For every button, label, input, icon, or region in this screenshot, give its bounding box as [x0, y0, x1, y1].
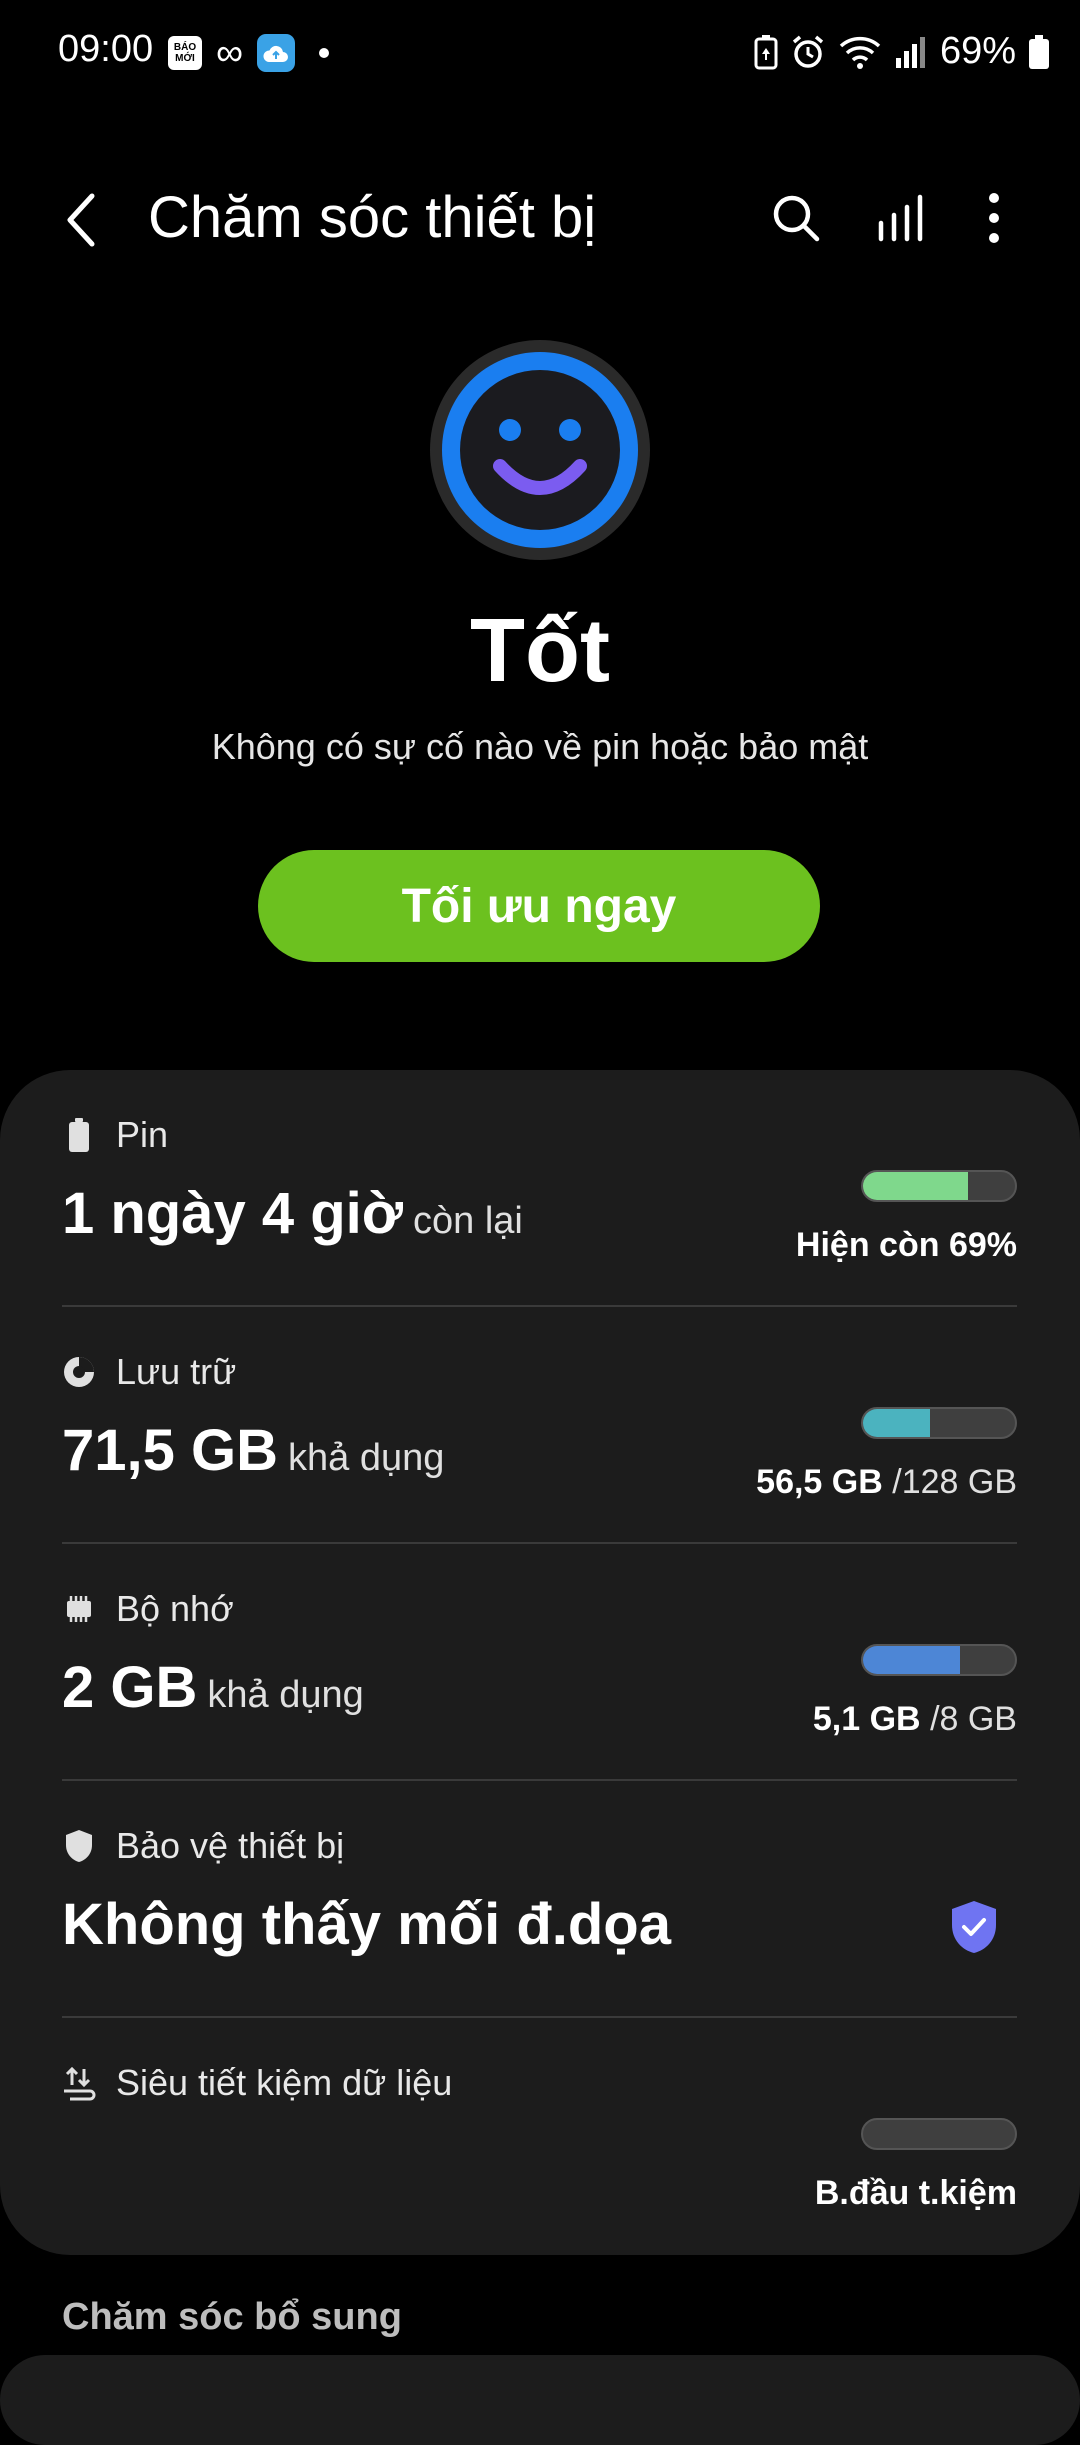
baomoi-app-icon: BÁO MỚI [168, 36, 202, 70]
battery-icon [62, 1116, 96, 1154]
battery-row[interactable]: Pin 1 ngày 4 giờ còn lại Hiện còn 69% [62, 1070, 1017, 1307]
storage-usage-fill [863, 1409, 930, 1437]
loop-icon: ∞ [216, 32, 244, 74]
cloud-upload-icon [257, 34, 296, 72]
status-time: 09:00 [58, 28, 154, 70]
battery-remaining-suffix: còn lại [413, 1200, 523, 1242]
battery-percent: 69% [939, 30, 1016, 72]
status-word: Tốt [470, 601, 610, 701]
data-saver-label: Siêu tiết kiệm dữ liệu [116, 2062, 453, 2103]
storage-usage-text: 56,5 GB /128 GB [756, 1463, 1017, 1501]
battery-saver-icon [754, 34, 778, 69]
alarm-icon [792, 35, 824, 68]
section-title-additional-care: Chăm sóc bổ sung [62, 2296, 402, 2338]
storage-label: Lưu trữ [116, 1351, 237, 1392]
memory-label: Bộ nhớ [116, 1588, 234, 1629]
shield-check-icon [952, 1901, 996, 1953]
search-icon [773, 195, 820, 242]
back-icon [67, 193, 95, 247]
notification-dot [319, 48, 330, 58]
report-button[interactable] [868, 186, 932, 250]
storage-row[interactable]: Lưu trữ 71,5 GB khả dụng 56,5 GB /128 GB [62, 1307, 1017, 1544]
battery-label: Pin [116, 1114, 169, 1155]
shield-icon [62, 1827, 96, 1865]
protection-status: Không thấy mối đ.dọa [62, 1892, 671, 1957]
data-saver-bar [861, 2118, 1017, 2150]
start-saving-link[interactable]: B.đầu t.kiệm [815, 2174, 1017, 2213]
device-care-card: Pin 1 ngày 4 giờ còn lại Hiện còn 69% Lưu… [0, 1070, 1080, 2255]
status-bar: 09:00 BÁO MỚI ∞ 69% [0, 0, 1080, 110]
more-options-button[interactable] [962, 186, 1026, 250]
more-vert-icon [989, 193, 999, 243]
memory-usage-text: 5,1 GB /8 GB [812, 1700, 1017, 1738]
battery-level-fill [863, 1172, 968, 1200]
system-icons: 69% [754, 30, 1050, 73]
memory-row[interactable]: Bộ nhớ 2 GB khả dụng 5,1 GB /8 GB [62, 1544, 1017, 1781]
data-saver-icon [62, 2064, 96, 2102]
memory-available: 2 GB [62, 1655, 198, 1720]
page-title: Chăm sóc thiết bị [148, 185, 597, 250]
memory-usage-fill [863, 1646, 961, 1674]
battery-level-bar [861, 1170, 1017, 1202]
optimize-now-button[interactable]: Tối ưu ngay [258, 850, 820, 962]
battery-time-remaining: 1 ngày 4 giờ [62, 1181, 404, 1246]
device-protection-row[interactable]: Bảo vệ thiết bị Không thấy mối đ.dọa [62, 1781, 1017, 2018]
storage-usage-bar [861, 1407, 1017, 1439]
app-bar: Chăm sóc thiết bị [0, 170, 1080, 270]
data-saver-row[interactable]: Siêu tiết kiệm dữ liệu B.đầu t.kiệm [62, 2018, 1017, 2255]
back-button[interactable] [60, 188, 104, 252]
wifi-icon [839, 36, 881, 69]
memory-available-suffix: khả dụng [207, 1674, 364, 1716]
search-button[interactable] [764, 186, 828, 250]
status-description: Không có sự cố nào về pin hoặc bảo mật [211, 726, 869, 767]
report-chart-icon [878, 194, 923, 242]
storage-available: 71,5 GB [62, 1418, 278, 1483]
battery-percent-text: Hiện còn 69% [795, 1226, 1017, 1264]
storage-available-suffix: khả dụng [288, 1437, 445, 1479]
additional-care-card [0, 2355, 1080, 2445]
storage-pie-icon [62, 1353, 96, 1391]
smiley-face-icon [430, 340, 650, 560]
notification-icons: BÁO MỚI ∞ [168, 32, 330, 74]
signal-icon [895, 36, 925, 68]
memory-chip-icon [62, 1590, 96, 1628]
battery-icon [1029, 34, 1049, 69]
memory-usage-bar [861, 1644, 1017, 1676]
device-protection-label: Bảo vệ thiết bị [116, 1825, 345, 1866]
